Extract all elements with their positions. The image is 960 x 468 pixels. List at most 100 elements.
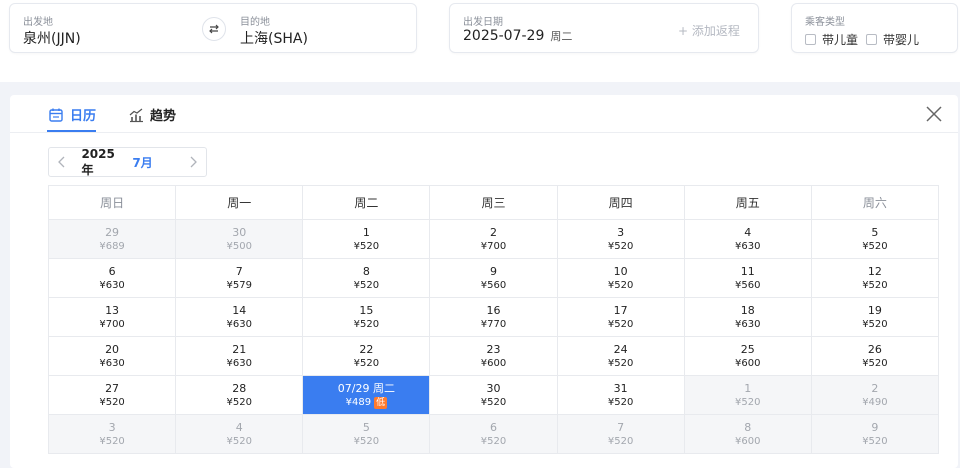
price-value: ¥500: [226, 240, 252, 252]
from-city-field[interactable]: 泉州(JJN): [23, 28, 81, 48]
calendar-week-row: 20 ¥630 21 ¥630 22 ¥520 23 ¥600 24 ¥520 25 ¥600 26 ¥5…: [47, 336, 940, 376]
calendar-day-cell[interactable]: 22 ¥520: [302, 336, 431, 376]
day-number: 8: [362, 264, 370, 278]
with-infant-checkbox[interactable]: 带婴儿: [866, 31, 919, 48]
calendar-day-cell[interactable]: 16 ¥770: [429, 297, 558, 337]
calendar-day-cell[interactable]: 29 ¥689: [47, 219, 177, 259]
to-city-field[interactable]: 上海(SHA): [240, 28, 308, 48]
calendar-day-cell[interactable]: 3 ¥520: [47, 414, 177, 454]
route-card: 出发地 泉州(JJN) 目的地 上海(SHA): [9, 3, 417, 53]
day-number: 27: [105, 381, 120, 395]
calendar-day-cell[interactable]: 3 ¥520: [556, 219, 685, 259]
calendar-day-cell[interactable]: 19 ¥520: [810, 297, 940, 337]
day-price: ¥520: [303, 279, 429, 292]
day-number: 12: [867, 264, 882, 278]
departure-date-field[interactable]: 2025-07-29 周二: [463, 28, 572, 44]
calendar-day-cell[interactable]: 8 ¥520: [302, 258, 431, 298]
calendar-day-cell[interactable]: 9 ¥520: [810, 414, 940, 454]
calendar-day-cell[interactable]: 2 ¥490: [810, 375, 940, 415]
calendar-day-cell[interactable]: 28 ¥520: [175, 375, 304, 415]
add-return-button[interactable]: + 添加返程: [678, 22, 740, 39]
price-value: ¥600: [735, 435, 761, 447]
day-number: 13: [105, 303, 120, 317]
day-price: ¥520: [49, 396, 175, 409]
price-value: ¥520: [862, 435, 888, 447]
day-price: ¥520: [812, 435, 938, 448]
day-number: 24: [613, 342, 628, 356]
calendar-day-cell[interactable]: 6 ¥630: [47, 258, 177, 298]
calendar-day-cell[interactable]: 24 ¥520: [556, 336, 685, 376]
trend-chart-icon: [129, 108, 143, 122]
day-price: ¥630: [49, 279, 175, 292]
price-value: ¥560: [735, 279, 761, 291]
price-value: ¥490: [862, 396, 888, 408]
active-tab-indicator: [47, 130, 96, 132]
prev-month-button[interactable]: [49, 148, 75, 176]
day-number: 25: [740, 342, 755, 356]
calendar-day-cell[interactable]: 10 ¥520: [556, 258, 685, 298]
tab-calendar[interactable]: 日历: [48, 105, 96, 124]
price-value: ¥600: [735, 357, 761, 369]
calendar-day-cell[interactable]: 23 ¥600: [429, 336, 558, 376]
weekday-header: 周六: [810, 185, 940, 220]
day-price: ¥520: [430, 396, 556, 409]
price-value: ¥520: [353, 318, 380, 330]
swap-cities-button[interactable]: [202, 17, 226, 41]
month-navigator: 2025年 7月: [48, 147, 207, 177]
calendar-day-cell[interactable]: 18 ¥630: [683, 297, 812, 337]
day-number: 30: [232, 225, 247, 239]
calendar-day-cell[interactable]: 30 ¥500: [175, 219, 304, 259]
tab-trend[interactable]: 趋势: [128, 105, 176, 124]
with-child-checkbox[interactable]: 带儿童: [805, 31, 858, 48]
day-price: ¥520: [176, 435, 302, 448]
weekday-header: 周三: [429, 185, 558, 220]
calendar-day-cell[interactable]: 25 ¥600: [683, 336, 812, 376]
calendar-day-cell[interactable]: 11 ¥560: [683, 258, 812, 298]
price-value: ¥520: [226, 396, 252, 408]
calendar-day-cell[interactable]: 13 ¥700: [47, 297, 177, 337]
calendar-day-cell[interactable]: 1 ¥520: [683, 375, 812, 415]
calendar-day-cell[interactable]: 5 ¥520: [302, 414, 431, 454]
price-value: ¥520: [353, 279, 380, 291]
calendar-week-row: 13 ¥700 14 ¥630 15 ¥520 16 ¥770 17 ¥520 18 ¥630 19 ¥5…: [47, 297, 940, 337]
with-child-label: 带儿童: [822, 33, 859, 47]
calendar-day-cell[interactable]: 7 ¥520: [556, 414, 685, 454]
calendar-day-cell[interactable]: 27 ¥520: [47, 375, 177, 415]
calendar-day-cell[interactable]: 5 ¥520: [810, 219, 940, 259]
price-value: ¥630: [226, 357, 252, 369]
day-number: 1: [362, 225, 370, 239]
calendar-day-cell[interactable]: 1 ¥520: [302, 219, 431, 259]
calendar-day-cell-selected[interactable]: 07/29 周二 ¥489 低: [302, 375, 431, 415]
calendar-day-cell[interactable]: 4 ¥520: [175, 414, 304, 454]
next-month-button[interactable]: [180, 148, 206, 176]
calendar-day-cell[interactable]: 8 ¥600: [683, 414, 812, 454]
calendar-day-cell[interactable]: 4 ¥630: [683, 219, 812, 259]
price-value: ¥520: [99, 435, 125, 447]
calendar-day-cell[interactable]: 6 ¥520: [429, 414, 558, 454]
calendar-day-cell[interactable]: 14 ¥630: [175, 297, 304, 337]
price-value: ¥630: [99, 279, 125, 291]
day-price: ¥560: [685, 279, 811, 292]
price-value: ¥520: [607, 435, 634, 447]
price-value: ¥630: [735, 240, 761, 252]
calendar-day-cell[interactable]: 17 ¥520: [556, 297, 685, 337]
day-price: ¥520: [558, 240, 684, 253]
calendar-day-cell[interactable]: 26 ¥520: [810, 336, 940, 376]
view-tabs: 日历 趋势: [10, 95, 958, 133]
calendar-week-row: 27 ¥520 28 ¥520 07/29 周二 ¥489 低 30 ¥520 31 ¥520 1 ¥5…: [47, 375, 940, 415]
close-button[interactable]: [924, 104, 944, 124]
date-card[interactable]: 出发日期 2025-07-29 周二 + 添加返程: [449, 3, 759, 53]
calendar-day-cell[interactable]: 30 ¥520: [429, 375, 558, 415]
day-price: ¥600: [685, 435, 811, 448]
calendar-day-cell[interactable]: 9 ¥560: [429, 258, 558, 298]
calendar-day-cell[interactable]: 12 ¥520: [810, 258, 940, 298]
calendar-day-cell[interactable]: 20 ¥630: [47, 336, 177, 376]
calendar-day-cell[interactable]: 21 ¥630: [175, 336, 304, 376]
price-value: ¥520: [353, 357, 380, 369]
calendar-day-cell[interactable]: 2 ¥700: [429, 219, 558, 259]
calendar-day-cell[interactable]: 15 ¥520: [302, 297, 431, 337]
day-price: ¥700: [430, 240, 556, 253]
calendar-day-cell[interactable]: 7 ¥579: [175, 258, 304, 298]
day-price: ¥579: [176, 279, 302, 292]
calendar-day-cell[interactable]: 31 ¥520: [556, 375, 685, 415]
